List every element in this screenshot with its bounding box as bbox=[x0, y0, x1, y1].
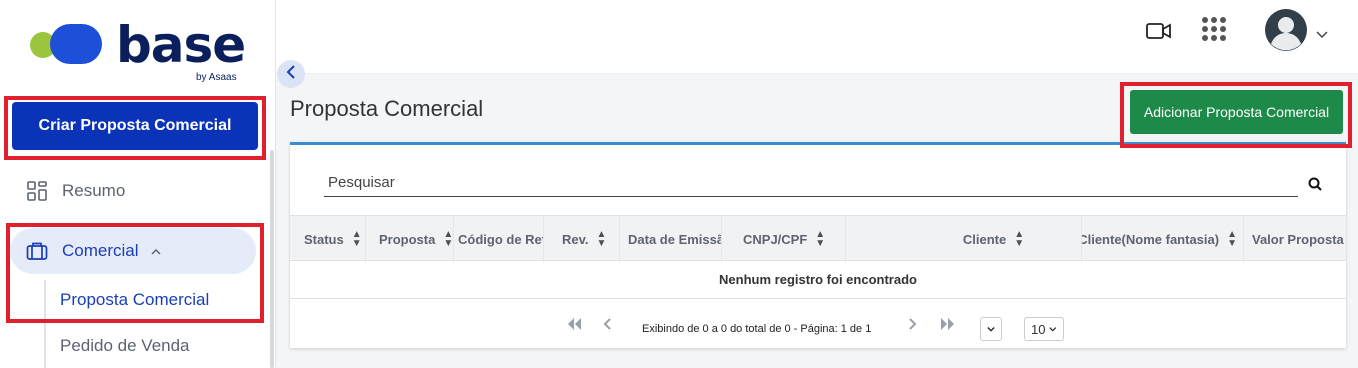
sidebar-collapse-button[interactable] bbox=[277, 60, 305, 88]
column-cliente-nome-fantasia[interactable]: Cliente(Nome fantasia) ▲ ▼ bbox=[1082, 216, 1244, 262]
sidebar-item-label: Resumo bbox=[62, 181, 126, 200]
search-input[interactable] bbox=[324, 169, 1298, 195]
first-page-icon[interactable] bbox=[566, 317, 582, 333]
apps-grid-icon[interactable] bbox=[1201, 16, 1227, 47]
brand-logo[interactable]: base by Asaas bbox=[28, 16, 248, 84]
briefcase-icon bbox=[26, 240, 48, 262]
search-field bbox=[324, 169, 1298, 197]
page-title: Proposta Comercial bbox=[290, 96, 484, 121]
sidebar-scrollbar[interactable] bbox=[270, 150, 274, 368]
create-proposal-button[interactable]: Criar Proposta Comercial bbox=[12, 102, 258, 150]
dashboard-icon bbox=[26, 180, 48, 202]
sidebar-item-comercial[interactable]: Comercial bbox=[26, 240, 161, 262]
logo-wordmark: base bbox=[116, 16, 246, 74]
sort-icon: ▲ ▼ bbox=[1227, 229, 1237, 249]
chevron-down-icon bbox=[987, 326, 995, 332]
sort-icon: ▲ ▼ bbox=[815, 229, 826, 249]
submenu-line bbox=[44, 280, 46, 368]
sidebar-subitem-pedido-de-venda[interactable]: Pedido de Venda bbox=[60, 336, 190, 356]
pagination: Exibindo de 0 a 0 do total de 0 - Página… bbox=[290, 299, 1346, 351]
column-valor-proposta[interactable]: Valor Proposta bbox=[1244, 216, 1346, 262]
chevron-left-icon bbox=[286, 64, 296, 84]
chevron-down-icon[interactable] bbox=[1316, 26, 1328, 44]
sidebar-item-resumo[interactable]: Resumo bbox=[26, 180, 125, 202]
previous-page-icon[interactable] bbox=[602, 317, 612, 333]
sort-icon: ▲ ▼ bbox=[1014, 229, 1025, 249]
user-avatar-icon[interactable] bbox=[1264, 8, 1308, 57]
column-cliente[interactable]: Cliente ▲ ▼ bbox=[846, 216, 1082, 262]
chevron-up-icon bbox=[151, 244, 161, 258]
next-page-icon[interactable] bbox=[908, 317, 918, 333]
proposals-card: Status▲▼ Proposta▲▼ Código de Refe Rev.▲… bbox=[290, 142, 1346, 348]
sidebar: base by Asaas Criar Proposta Comercial R… bbox=[0, 0, 276, 368]
search-icon[interactable] bbox=[1308, 177, 1322, 196]
column-data-emissao[interactable]: Data de Emissão bbox=[620, 216, 722, 262]
add-proposal-button[interactable]: Adicionar Proposta Comercial bbox=[1130, 90, 1343, 134]
sidebar-item-label: Comercial bbox=[62, 241, 139, 260]
page-select[interactable] bbox=[980, 317, 1002, 341]
sort-icon: ▲ ▼ bbox=[351, 229, 362, 249]
column-proposta[interactable]: Proposta ▲ ▼ bbox=[366, 216, 454, 262]
column-cnpj-cpf[interactable]: CNPJ/CPF ▲ ▼ bbox=[722, 216, 846, 262]
logo-blue-shape bbox=[50, 24, 102, 64]
column-codigo-referencia[interactable]: Código de Refe bbox=[454, 216, 544, 262]
pagination-info: Exibindo de 0 a 0 do total de 0 - Página… bbox=[642, 323, 872, 335]
sidebar-subitem-proposta-comercial[interactable]: Proposta Comercial bbox=[60, 290, 209, 310]
empty-table-message: Nenhum registro foi encontrado bbox=[290, 261, 1346, 299]
last-page-icon[interactable] bbox=[940, 317, 956, 333]
chevron-down-icon bbox=[1049, 326, 1057, 331]
column-status[interactable]: Status ▲ ▼ bbox=[290, 216, 366, 262]
topbar bbox=[276, 0, 1358, 74]
sort-icon: ▲ ▼ bbox=[596, 229, 607, 249]
column-rev[interactable]: Rev. ▲ ▼ bbox=[544, 216, 620, 262]
table-header: Status ▲ ▼ Proposta ▲ ▼ Código de Refe Rev. ▲… bbox=[290, 215, 1346, 262]
logo-subtitle: by Asaas bbox=[196, 72, 237, 83]
per-page-select[interactable]: 10 bbox=[1024, 317, 1064, 341]
sort-icon: ▲ ▼ bbox=[443, 229, 454, 249]
video-icon[interactable] bbox=[1146, 22, 1172, 45]
